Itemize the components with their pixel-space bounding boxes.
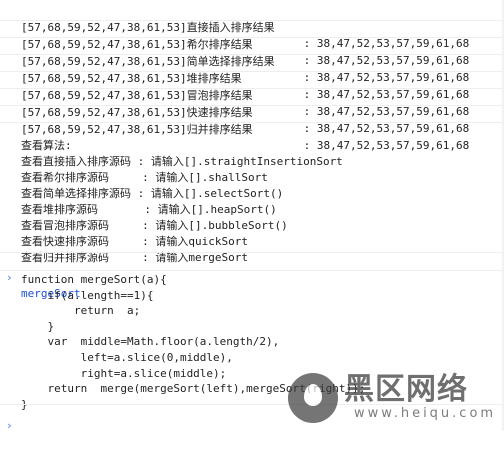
console-log-row: [57,68,59,52,47,38,61,53]冒泡排序结果 : 38,47,… xyxy=(0,72,504,118)
devtools-console: [57,68,59,52,47,38,61,53]直接插入排序结果 : 38,4… xyxy=(0,0,504,432)
prompt-chevron-icon: › xyxy=(6,271,13,284)
console-log-row: [57,68,59,52,47,38,61,53]归并排序结果 : 38,47,… xyxy=(0,106,504,152)
input-prompt-chevron-icon: › xyxy=(6,419,13,432)
algo-row: 查看直接插入排序源码 : 请输入[].straightInsertionSort xyxy=(0,138,504,168)
algo-row: 查看快速排序源码 : 请输入quickSort xyxy=(0,218,504,248)
console-log-row: 查看算法: xyxy=(0,122,504,152)
watermark-logo: 黑区网络 www.heiqu.com xyxy=(288,373,498,423)
watermark-title: 黑区网络 xyxy=(344,372,468,407)
console-log-row: [57,68,59,52,47,38,61,53]堆排序结果 : 38,47,5… xyxy=(0,55,504,101)
algo-row: 查看冒泡排序源码 : 请输入[].bubbleSort() xyxy=(0,202,504,232)
watermark-url: www.heiqu.com xyxy=(354,406,497,421)
algo-row: 查看堆排序源码 : 请输入[].heapSort() xyxy=(0,186,504,216)
console-log-row: [57,68,59,52,47,38,61,53]简单选择排序结果 : 38,4… xyxy=(0,38,504,84)
algo-row: 查看简单选择排序源码 : 请输入[].selectSort() xyxy=(0,170,504,200)
algo-row: 查看希尔排序源码 : 请输入[].shallSort xyxy=(0,154,504,184)
console-command-row: › mergeSort xyxy=(0,254,504,300)
watermark-drop-icon xyxy=(288,373,338,423)
console-log-row: [57,68,59,52,47,38,61,53]希尔排序结果 : 38,47,… xyxy=(0,21,504,67)
console-log-row: [57,68,59,52,47,38,61,53]直接插入排序结果 : 38,4… xyxy=(0,4,504,50)
algo-row: 查看归并排序源码 : 请输入mergeSort xyxy=(0,234,504,264)
console-log-row: [57,68,59,52,47,38,61,53]快速排序结果 : 38,47,… xyxy=(0,89,504,135)
